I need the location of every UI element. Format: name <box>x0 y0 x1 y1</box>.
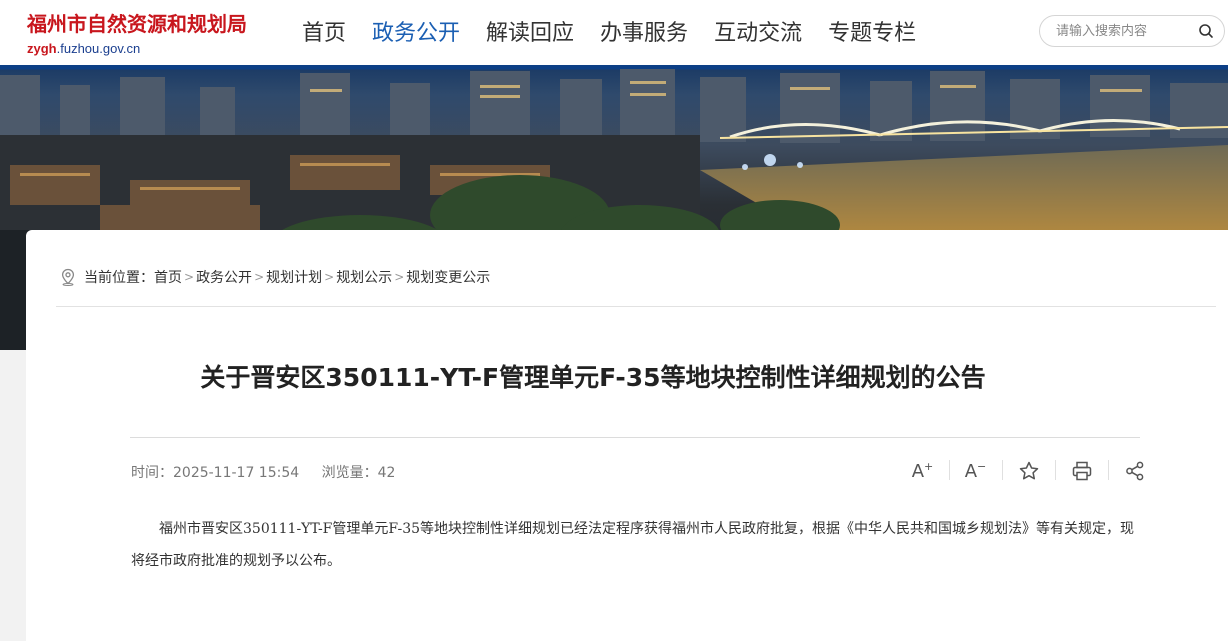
breadcrumb: 当前位置： 首页 > 政务公开 > 规划计划 > 规划公示 > 规划变更公示 <box>60 267 490 287</box>
breadcrumb-item-government-affairs[interactable]: 政务公开 <box>196 267 252 287</box>
font-smaller-icon: A− <box>964 460 987 482</box>
view-count-value: 42 <box>377 465 396 481</box>
site-logo[interactable]: 福州市自然资源和规划局 zygh.fuzhou.gov.cn <box>27 8 247 56</box>
nav-item-government-affairs[interactable]: 政务公开 <box>372 15 460 47</box>
breadcrumb-prefix: 当前位置： <box>84 270 154 286</box>
view-count-label: 浏览量： <box>321 465 378 481</box>
site-domain: zygh.fuzhou.gov.cn <box>27 41 247 56</box>
article-body: 福州市晋安区350111-YT-F管理单元F-35等地块控制性详细规划已经法定程… <box>131 521 1135 569</box>
breadcrumb-separator: > <box>184 270 195 284</box>
nav-item-services[interactable]: 办事服务 <box>600 15 688 47</box>
site-header: 福州市自然资源和规划局 zygh.fuzhou.gov.cn 首页 政务公开 解… <box>0 0 1228 65</box>
site-domain-rest: .fuzhou.gov.cn <box>56 41 141 56</box>
breadcrumb-item-planning-notice[interactable]: 规划公示 <box>336 267 392 287</box>
breadcrumb-divider <box>56 306 1216 307</box>
content-card: 当前位置： 首页 > 政务公开 > 规划计划 > 规划公示 > 规划变更公示 关… <box>26 230 1228 641</box>
font-smaller-button[interactable]: A− <box>949 457 1002 485</box>
publish-time-label: 时间： <box>131 465 173 481</box>
article-meta: 时间：2025-11-17 15:54 浏览量：42 <box>131 462 413 482</box>
printer-icon <box>1072 461 1091 481</box>
share-button[interactable] <box>1108 457 1161 485</box>
location-pin-icon <box>61 268 75 286</box>
breadcrumb-separator: > <box>324 270 335 284</box>
breadcrumb-item-home[interactable]: 首页 <box>154 267 182 287</box>
publish-time: 时间：2025-11-17 15:54 <box>131 465 299 481</box>
star-icon <box>1019 461 1038 480</box>
search-icon[interactable] <box>1198 23 1214 39</box>
favorite-button[interactable] <box>1002 457 1055 485</box>
title-divider <box>130 437 1140 438</box>
site-domain-prefix: zygh <box>27 41 57 56</box>
breadcrumb-separator: > <box>394 270 405 284</box>
article-title: 关于晋安区350111-YT-F管理单元F-35等地块控制性详细规划的公告 <box>200 363 986 392</box>
search-box <box>1039 15 1225 47</box>
article-toolbar: A+ A− <box>896 457 1161 485</box>
share-icon <box>1125 461 1143 481</box>
font-larger-button[interactable]: A+ <box>896 457 949 485</box>
nav-item-home[interactable]: 首页 <box>302 15 346 47</box>
site-name: 福州市自然资源和规划局 <box>27 12 247 36</box>
breadcrumb-item-planning-change-notice[interactable]: 规划变更公示 <box>406 267 490 287</box>
breadcrumb-separator: > <box>254 270 265 284</box>
view-count: 浏览量：42 <box>322 465 396 481</box>
search-input[interactable] <box>1056 16 1196 46</box>
nav-item-interaction[interactable]: 互动交流 <box>714 15 802 47</box>
publish-time-value: 2025-11-17 15:54 <box>173 465 300 481</box>
main-nav: 首页 政务公开 解读回应 办事服务 互动交流 专题专栏 <box>302 0 942 62</box>
print-button[interactable] <box>1055 457 1108 485</box>
font-larger-icon: A+ <box>911 460 934 482</box>
nav-item-topics[interactable]: 专题专栏 <box>828 15 916 47</box>
nav-item-interpretation[interactable]: 解读回应 <box>486 15 574 47</box>
breadcrumb-item-planning[interactable]: 规划计划 <box>266 267 322 287</box>
